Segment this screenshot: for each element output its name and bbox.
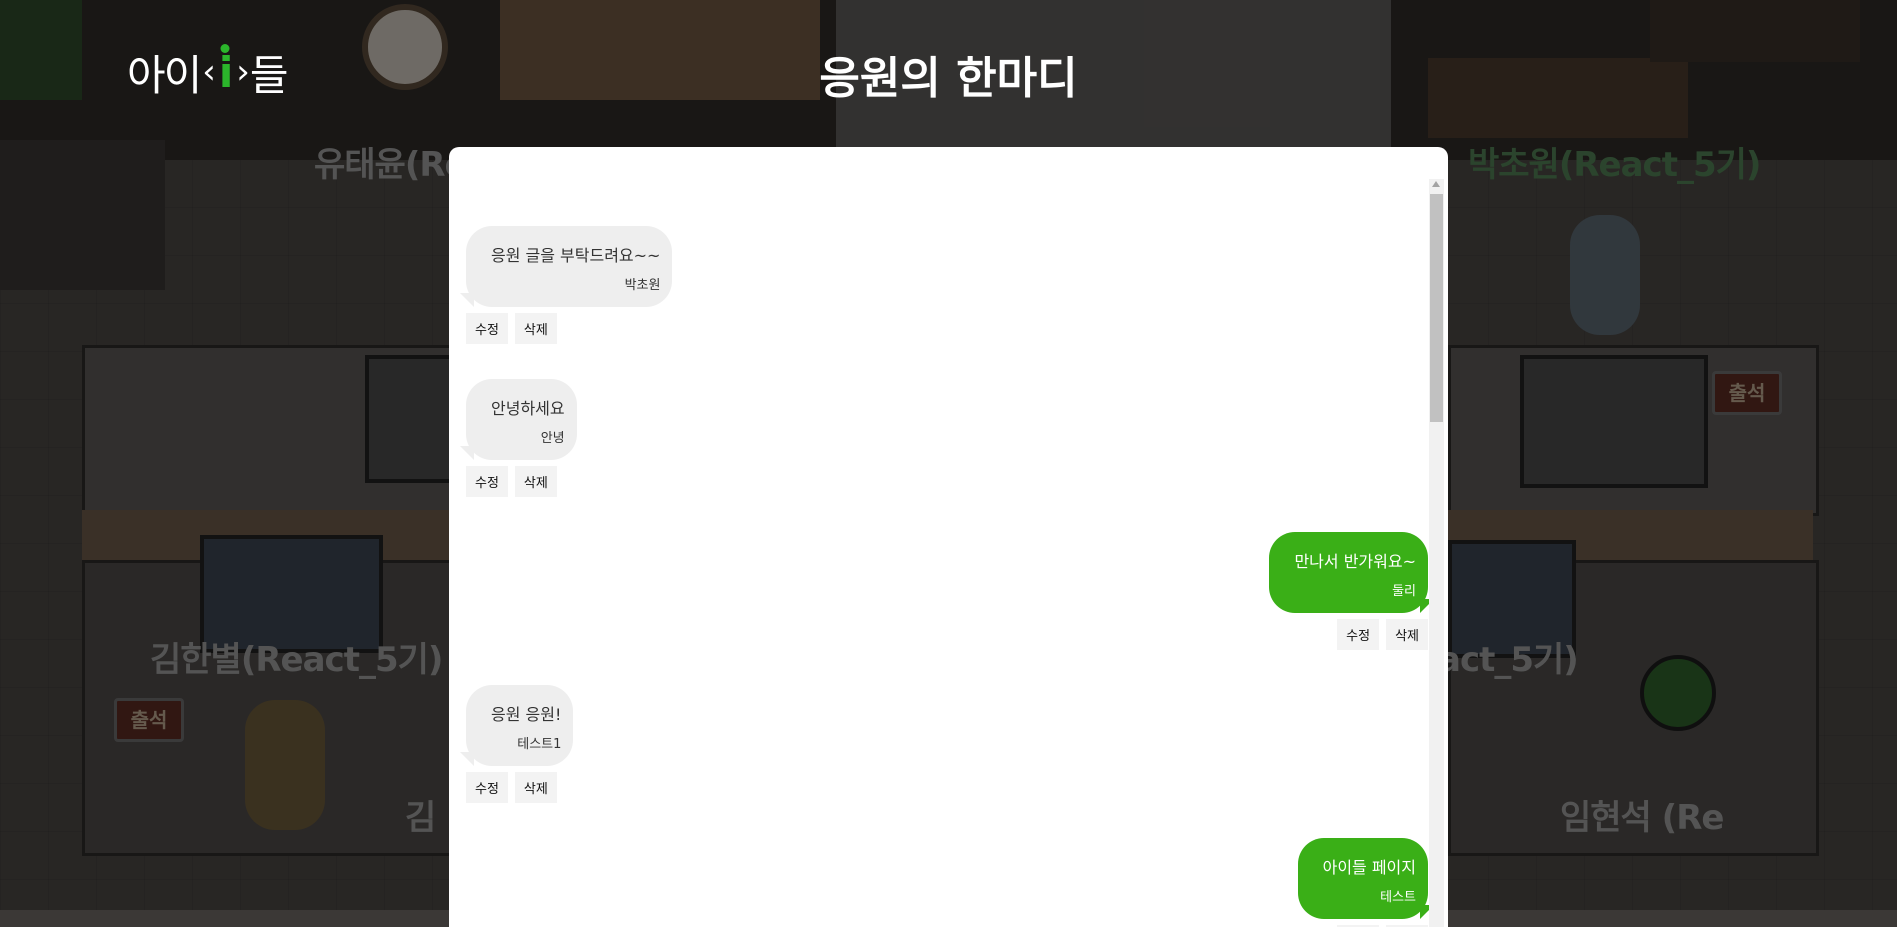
message-author: 테스트1 xyxy=(517,737,562,752)
message-bubble: 응원 글을 부탁드려요~~ 박초원 xyxy=(466,226,673,307)
delete-button[interactable]: 삭제 xyxy=(514,772,557,803)
message-text: 안녕하세요 xyxy=(491,399,565,418)
edit-button[interactable]: 수정 xyxy=(1337,619,1380,650)
cheer-message-panel[interactable]: 응원 글을 부탁드려요~~ 박초원 수정 삭제 안녕하세요 안녕 수정 삭제 만… xyxy=(449,147,1448,927)
message-item: 안녕하세요 안녕 수정 삭제 xyxy=(466,379,577,497)
edit-button[interactable]: 수정 xyxy=(466,466,508,497)
message-text: 응원 글을 부탁드려요~~ xyxy=(491,246,661,265)
message-item: 만나서 반가워요~ 둘리 수정 삭제 xyxy=(1269,532,1434,650)
message-text: 응원 응원! xyxy=(491,705,562,724)
vertical-scrollbar[interactable] xyxy=(1429,179,1444,927)
delete-button[interactable]: 삭제 xyxy=(514,466,557,497)
page-title: 응원의 한마디 xyxy=(819,53,1078,104)
scroll-up-arrow-icon[interactable] xyxy=(1432,181,1440,187)
message-bubble: 아이들 페이지 테스트 xyxy=(1297,838,1435,919)
message-actions: 수정 삭제 xyxy=(466,772,573,803)
message-actions: 수정 삭제 xyxy=(466,313,672,344)
message-text: 아이들 페이지 xyxy=(1322,858,1416,877)
message-bubble: 만나서 반가워요~ 둘리 xyxy=(1269,532,1434,613)
message-bubble: 안녕하세요 안녕 xyxy=(466,379,577,460)
message-item: 응원 응원! 테스트1 수정 삭제 xyxy=(466,685,574,803)
delete-button[interactable]: 삭제 xyxy=(1386,619,1428,650)
message-bubble: 응원 응원! 테스트1 xyxy=(466,685,574,766)
message-actions: 수정 삭제 xyxy=(466,466,577,497)
delete-button[interactable]: 삭제 xyxy=(514,313,557,344)
scrollbar-thumb[interactable] xyxy=(1430,194,1443,422)
message-author: 둘리 xyxy=(1392,584,1416,599)
message-list[interactable]: 응원 글을 부탁드려요~~ 박초원 수정 삭제 안녕하세요 안녕 수정 삭제 만… xyxy=(449,147,1435,927)
edit-button[interactable]: 수정 xyxy=(466,313,508,344)
message-author: 안녕 xyxy=(540,431,565,446)
message-text: 만나서 반가워요~ xyxy=(1294,552,1416,571)
edit-button[interactable]: 수정 xyxy=(466,772,508,803)
message-actions: 수정 삭제 xyxy=(1269,619,1428,650)
message-author: 박초원 xyxy=(624,278,661,293)
message-item: 아이들 페이지 테스트 수정 삭제 xyxy=(1297,838,1435,927)
message-item: 응원 글을 부탁드려요~~ 박초원 수정 삭제 xyxy=(466,226,673,344)
message-author: 테스트 xyxy=(1380,890,1416,905)
